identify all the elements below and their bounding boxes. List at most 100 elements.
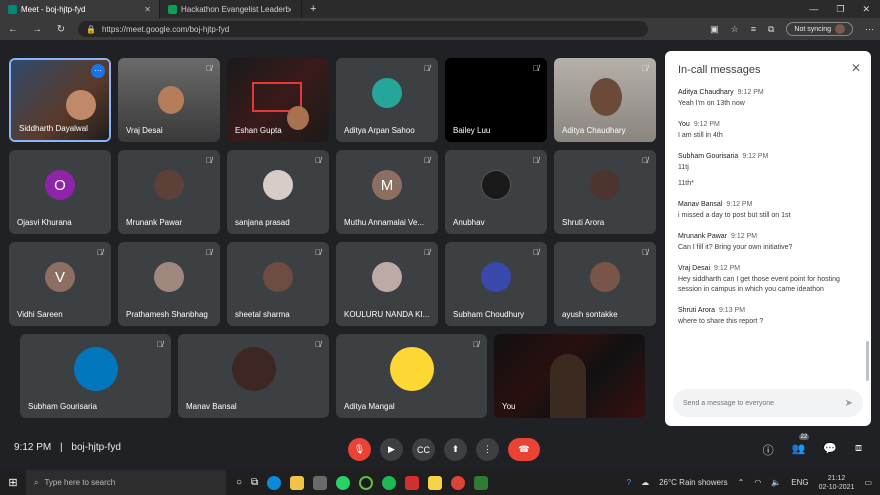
file-explorer-icon[interactable]	[290, 475, 305, 490]
profile-sync-button[interactable]: Not syncing	[786, 22, 853, 36]
message-text: Yeah I'm on 13th now	[678, 100, 745, 107]
lock-icon: 🔒	[86, 24, 96, 34]
participant-tile[interactable]: 🎙̸ Aditya Chaudhary	[554, 58, 656, 142]
edge-icon[interactable]	[267, 475, 282, 490]
message-time: 9:12 PM	[726, 201, 753, 208]
more-options-button[interactable]: ⋮	[476, 438, 499, 461]
maximize-icon[interactable]: ❐	[836, 4, 844, 15]
taskbar-apps: ○ ⧉	[236, 475, 489, 490]
captions-button[interactable]: CC	[412, 438, 435, 461]
chat-icon[interactable]: 💬	[823, 442, 837, 458]
participant-tile[interactable]: O Ojasvi Khurana	[9, 150, 111, 234]
mic-toggle-button[interactable]: 🎙	[348, 438, 371, 461]
participant-tile[interactable]: 🎙̸ Aditya Arpan Sahoo	[336, 58, 438, 142]
mic-off-icon: 🎙̸	[533, 156, 539, 165]
participant-tile[interactable]: 🎙̸ Subham Gourisaria	[20, 334, 171, 418]
message-text: Can I fill it? Bring your own initiative…	[678, 244, 793, 251]
help-icon[interactable]: ?	[627, 478, 631, 487]
tab-meet[interactable]: Meet - boj-hjtp-fyd ✕	[0, 0, 160, 18]
participant-tile[interactable]: Eshan Gupta	[227, 58, 329, 142]
url-field[interactable]: 🔒 https://meet.google.com/boj-hjtp-fyd	[78, 21, 648, 37]
weather-icon: ☁	[641, 478, 650, 487]
participant-tile[interactable]: M 🎙̸ Muthu Annamalai Ve...	[336, 150, 438, 234]
participant-tile[interactable]: 🎙̸ Manav Bansal	[178, 334, 329, 418]
weather-text[interactable]: 26°C Rain showers	[659, 478, 728, 487]
participant-tile[interactable]: 🎙̸ Bailey Luu	[445, 58, 547, 142]
participant-name: Manav Bansal	[186, 402, 237, 411]
windows-start-icon[interactable]: ⊞	[0, 476, 26, 489]
participant-tile[interactable]: 🎙̸ Vraj Desai	[118, 58, 220, 142]
notes-icon[interactable]	[428, 475, 443, 490]
participant-tile[interactable]: ⋯ Siddharth Dayalwal	[9, 58, 111, 142]
forward-icon[interactable]: →	[30, 24, 44, 35]
store-icon[interactable]	[313, 475, 328, 490]
people-button[interactable]: 👥 22	[792, 434, 810, 458]
participant-tile[interactable]: 🎙̸ KOULURU NANDA KI...	[336, 242, 438, 326]
meeting-info: 9:12 PM | boj-hjtp-fyd	[14, 442, 121, 453]
favorites-bar-icon[interactable]: ≡	[751, 24, 756, 34]
participant-tile[interactable]: 🎙̸ sanjana prasad	[227, 150, 329, 234]
mic-off-icon: 🎙̸	[424, 64, 430, 73]
participant-tile[interactable]: 🎙̸ Subham Choudhury	[445, 242, 547, 326]
participant-name: Mrunank Pawar	[126, 218, 183, 227]
participant-tile[interactable]: 🎙̸ Shruti Arora	[554, 150, 656, 234]
back-icon[interactable]: ←	[6, 24, 20, 35]
participant-figure	[590, 78, 622, 116]
present-button[interactable]: ⬆	[444, 438, 467, 461]
close-icon[interactable]: ✕	[144, 5, 151, 14]
spotify-icon[interactable]	[382, 475, 397, 490]
taskbar-search[interactable]: ⌕ Type here to search	[26, 470, 226, 495]
cortana-icon[interactable]: ○	[236, 477, 242, 488]
participant-tile[interactable]: 🎙̸ ayush sontakke	[554, 242, 656, 326]
chat-input[interactable]	[683, 399, 845, 407]
chat-scrollbar[interactable]	[866, 341, 869, 381]
task-view-icon[interactable]: ⧉	[251, 477, 258, 488]
whatsapp-icon[interactable]	[336, 475, 351, 490]
close-window-icon[interactable]: ✕	[862, 4, 870, 15]
message-sender: Aditya Chaudhary	[678, 89, 734, 96]
close-icon[interactable]: ✕	[851, 61, 861, 75]
clock[interactable]: 21:12 02-10-2021	[819, 474, 855, 492]
participant-tile[interactable]: V 🎙̸ Vidhi Sareen	[9, 242, 111, 326]
activities-icon[interactable]: ⧈	[855, 442, 862, 458]
camera-toggle-button[interactable]: ▶	[380, 438, 403, 461]
wifi-icon[interactable]: ◠	[754, 478, 761, 487]
sync-label: Not syncing	[794, 25, 831, 33]
chrome-icon[interactable]	[451, 475, 466, 490]
participant-tile[interactable]: 🎙̸ Mrunank Pawar	[118, 150, 220, 234]
tray-arrow-icon[interactable]: ⌃	[738, 478, 745, 487]
chat-message: You 9:12 PM I am still in 4th	[678, 121, 858, 141]
volume-icon[interactable]: 🔈	[771, 478, 781, 487]
participant-tile[interactable]: 🎙̸ Prathamesh Shanbhag	[118, 242, 220, 326]
info-icon[interactable]: ⓘ	[763, 442, 774, 458]
camera-indicator-icon[interactable]: ▣	[710, 24, 719, 35]
participant-figure	[66, 90, 96, 120]
minimize-icon[interactable]: —	[809, 4, 818, 15]
avatar: V	[45, 262, 75, 293]
participant-tile[interactable]: 🎙̸ sheetal sharma	[227, 242, 329, 326]
favorite-icon[interactable]: ☆	[731, 24, 739, 35]
participant-tile[interactable]: 🎙̸ Aditya Mangal	[336, 334, 487, 418]
participant-name: You	[502, 402, 516, 411]
more-options-icon[interactable]: ⋯	[91, 64, 105, 78]
reload-icon[interactable]: ↻	[54, 24, 68, 35]
send-icon[interactable]: ➤	[845, 398, 853, 409]
avatar	[481, 170, 511, 201]
new-tab-button[interactable]: +	[302, 3, 324, 15]
tab-leaderboard[interactable]: Hackathon Evangelist Leaderboa	[160, 0, 302, 18]
more-icon[interactable]: ⋯	[865, 24, 874, 35]
collections-icon[interactable]: ⧉	[768, 24, 774, 35]
participant-tile[interactable]: 🎙̸ Anubhav	[445, 150, 547, 234]
avatar: O	[45, 170, 75, 201]
participant-name: sanjana prasad	[235, 218, 290, 227]
notifications-icon[interactable]: ▭	[864, 478, 872, 487]
avatar	[154, 170, 184, 201]
search-icon: ⌕	[34, 477, 39, 487]
language-indicator[interactable]: ENG	[791, 478, 808, 487]
pdf-icon[interactable]	[405, 475, 420, 490]
participant-tile[interactable]: You	[494, 334, 645, 418]
leave-call-button[interactable]: ☎	[508, 438, 540, 461]
photos-icon[interactable]	[474, 475, 489, 490]
app-icon[interactable]	[359, 475, 374, 490]
mic-off-icon: 🎙̸	[533, 64, 539, 73]
